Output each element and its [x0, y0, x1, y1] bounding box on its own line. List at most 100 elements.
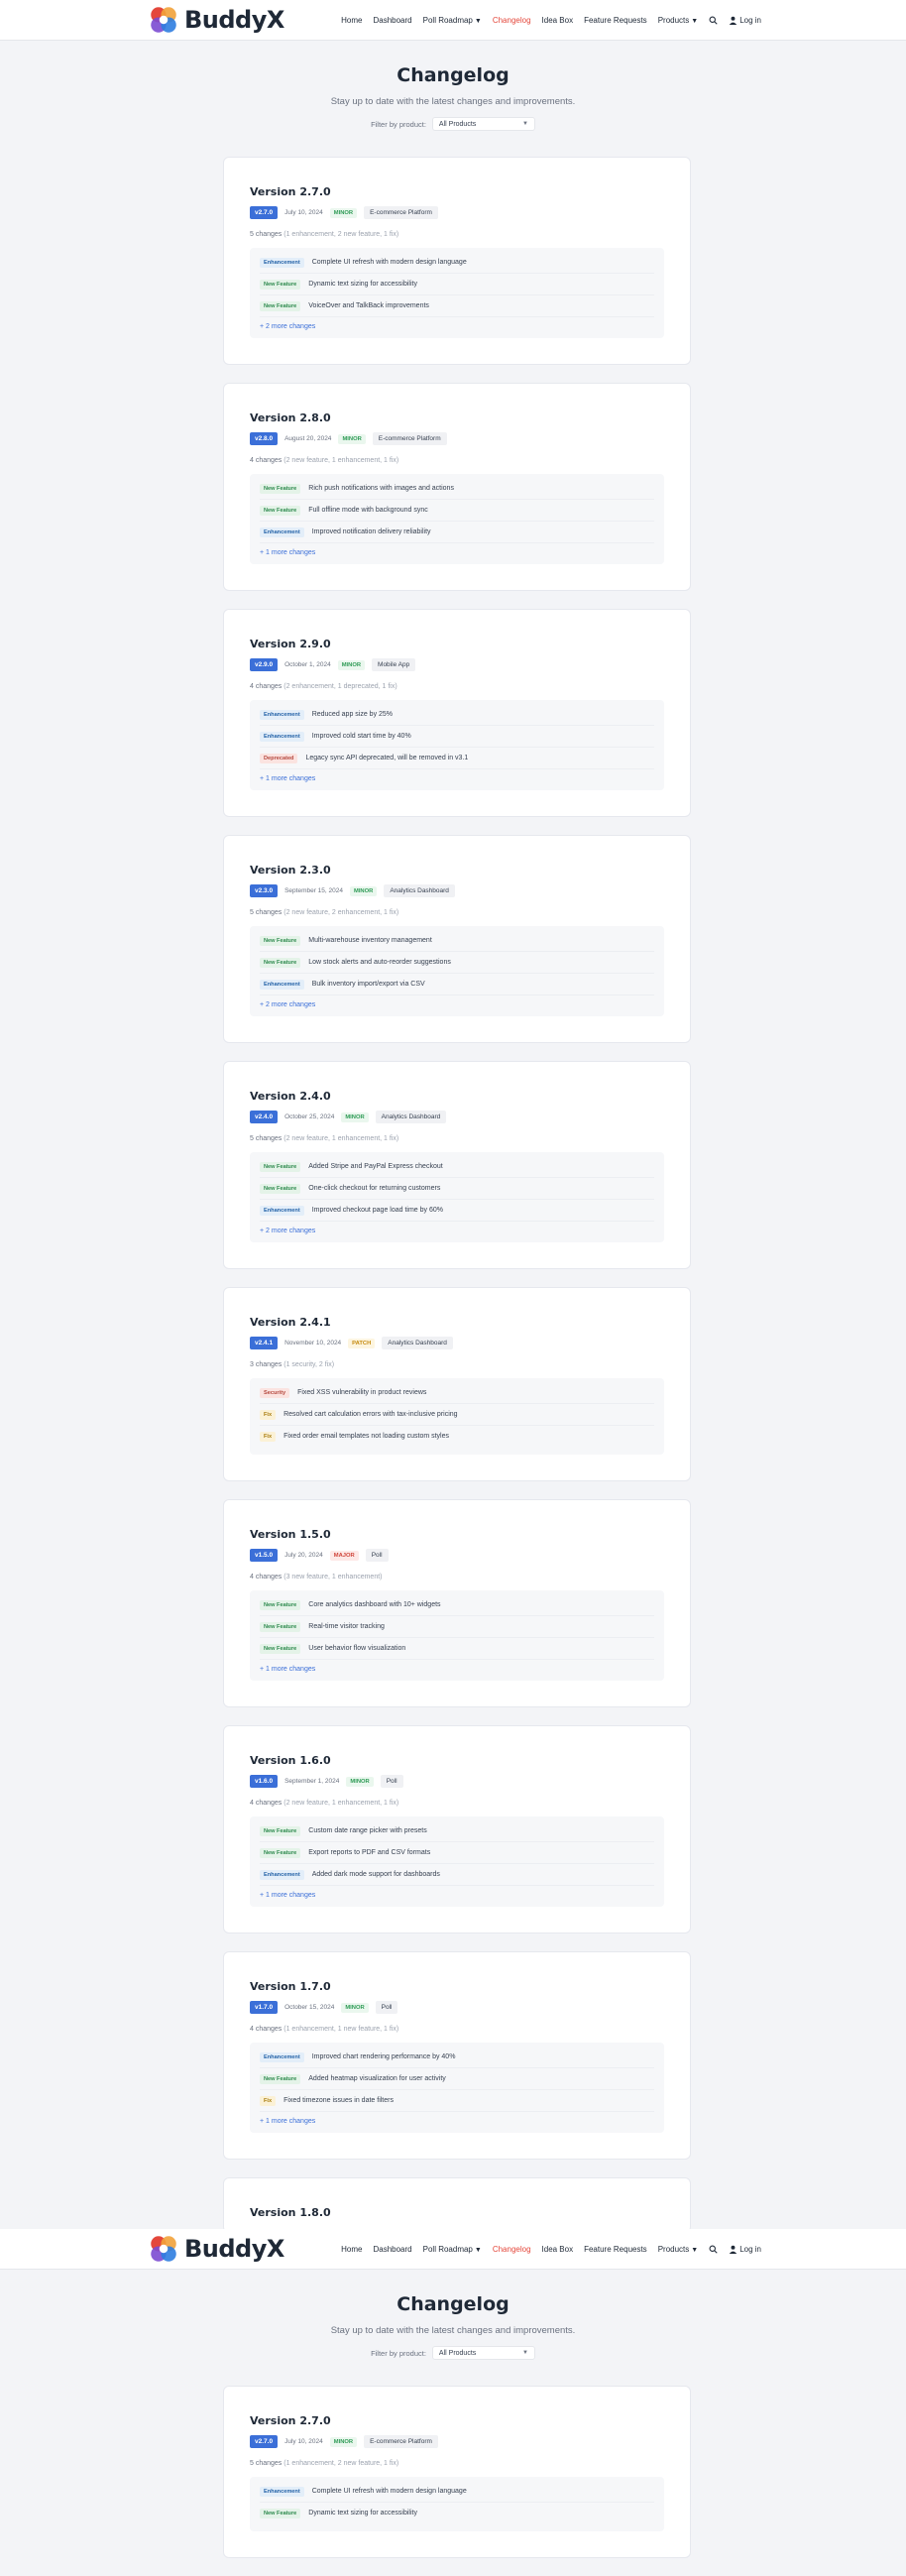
nav-dashboard[interactable]: Dashboard [373, 16, 411, 25]
page-subtitle: Stay up to date with the latest changes … [330, 96, 576, 107]
change-text: Export reports to PDF and CSV formats [308, 1849, 431, 1856]
nav-feature-requests[interactable]: Feature Requests [584, 2245, 647, 2254]
change-breakdown: (1 enhancement, 2 new feature, 1 fix) [283, 2460, 399, 2467]
change-text: Added heatmap visualization for user act… [308, 2075, 446, 2082]
version-title: Version 2.8.0 [250, 411, 331, 424]
more-changes-link[interactable]: + 2 more changes [260, 1228, 654, 1234]
change-tag: New Feature [260, 1825, 301, 1836]
product-badge[interactable]: E-commerce Platform [364, 206, 438, 219]
nav-home[interactable]: Home [341, 2245, 362, 2254]
change-item: Enhancement Complete UI refresh with mode… [260, 252, 654, 274]
change-list: New Feature Added Stripe and PayPal Expre… [250, 1152, 664, 1242]
change-tag: Enhancement [260, 2051, 304, 2062]
nav-products[interactable]: Products ▼ [658, 2245, 699, 2254]
chevron-down-icon: ▼ [521, 121, 528, 127]
product-badge[interactable]: Mobile App [372, 658, 416, 671]
product-badge[interactable]: Poll [365, 1549, 389, 1562]
version-badge: v2.7.0 [250, 206, 279, 219]
change-breakdown: (2 new feature, 2 enhancement, 1 fix) [283, 909, 399, 916]
product-filter-select[interactable]: All Products ▼ [431, 117, 535, 131]
nav-feature-requests[interactable]: Feature Requests [584, 16, 647, 25]
more-changes-link[interactable]: + 1 more changes [260, 775, 654, 782]
product-badge[interactable]: E-commerce Platform [364, 2435, 438, 2448]
change-tag: New Feature [260, 483, 301, 494]
nav-poll-roadmap[interactable]: Poll Roadmap ▼ [423, 2245, 482, 2254]
version-meta: v1.7.0 October 15, 2024 MINOR Poll [250, 2001, 664, 2014]
change-item: Enhancement Bulk inventory import/export … [260, 974, 654, 995]
nav-dashboard[interactable]: Dashboard [373, 2245, 411, 2254]
nav-products[interactable]: Products ▼ [658, 16, 699, 25]
site-header: BuddyX Home Dashboard Poll Roadmap ▼ Chan… [0, 0, 906, 41]
product-filter: Filter by product: All Products ▼ [0, 2346, 906, 2360]
product-badge[interactable]: Poll [380, 1775, 403, 1788]
change-breakdown: (1 enhancement, 2 new feature, 1 fix) [283, 231, 399, 238]
product-badge[interactable]: Poll [375, 2001, 398, 2014]
search-icon[interactable] [709, 16, 718, 25]
nav-idea-box[interactable]: Idea Box [542, 2245, 574, 2254]
change-text: Resolved cart calculation errors with ta… [283, 1411, 458, 1418]
more-changes-link[interactable]: + 1 more changes [260, 1892, 654, 1899]
change-count: 4 changes [250, 1800, 283, 1807]
login-label: Log in [739, 2244, 761, 2254]
release-type-badge: MINOR [338, 433, 366, 444]
login-link[interactable]: Log in [729, 16, 761, 25]
version-meta: v2.4.0 October 25, 2024 MINOR Analytics Das… [250, 1111, 664, 1123]
product-filter-select[interactable]: All Products ▼ [431, 2346, 535, 2360]
brand-logo[interactable]: BuddyX [147, 3, 284, 37]
more-changes-link[interactable]: + 1 more changes [260, 1666, 654, 1673]
user-icon [729, 2245, 737, 2254]
change-summary: 5 changes (2 new feature, 1 enhancement,… [250, 1135, 664, 1142]
page-title: Changelog [396, 2293, 510, 2315]
change-item: Enhancement Improved cold start time by 4… [260, 726, 654, 748]
change-item: New Feature Low stock alerts and auto-reo… [260, 952, 654, 974]
nav-poll-roadmap-label: Poll Roadmap [422, 2244, 473, 2254]
product-badge[interactable]: Analytics Dashboard [384, 884, 455, 897]
change-item: New Feature Multi-warehouse inventory man… [260, 930, 654, 952]
more-changes-link[interactable]: + 1 more changes [260, 2118, 654, 2125]
search-icon[interactable] [709, 2245, 718, 2254]
brand-logo[interactable]: BuddyX [147, 2232, 284, 2266]
change-tag: Enhancement [260, 979, 304, 990]
nav-changelog[interactable]: Changelog [493, 16, 531, 25]
change-list: Enhancement Improved chart rendering perf… [250, 2043, 664, 2133]
login-link[interactable]: Log in [729, 2245, 761, 2254]
page-subtitle: Stay up to date with the latest changes … [330, 2325, 576, 2336]
version-title: Version 2.3.0 [250, 864, 331, 877]
change-list: Enhancement Reduced app size by 25% Enhanc… [250, 700, 664, 790]
changelog-card: Version 1.7.0 v1.7.0 October 15, 2024 MINOR… [223, 1951, 691, 2160]
change-item: Enhancement Improved chart rendering perf… [260, 2047, 654, 2068]
change-tag: Enhancement [260, 731, 304, 742]
more-changes-link[interactable]: + 1 more changes [260, 549, 654, 556]
more-changes-link[interactable]: + 2 more changes [260, 323, 654, 330]
brand-name: BuddyX [184, 6, 284, 34]
nav-home[interactable]: Home [341, 16, 362, 25]
change-breakdown: (1 enhancement, 1 new feature, 1 fix) [283, 2026, 399, 2033]
version-meta: v2.9.0 October 1, 2024 MINOR Mobile App [250, 658, 664, 671]
version-badge: v1.6.0 [250, 1775, 279, 1788]
change-tag: Enhancement [260, 257, 304, 268]
more-changes-link[interactable]: + 2 more changes [260, 1001, 654, 1008]
chevron-down-icon: ▼ [521, 2350, 528, 2356]
changelog-card: Version 2.9.0 v2.9.0 October 1, 2024 MINOR M… [223, 609, 691, 817]
product-badge[interactable]: Analytics Dashboard [375, 1111, 447, 1123]
filter-value: All Products [438, 2349, 477, 2357]
change-tag: Fix [260, 1409, 277, 1420]
release-type-badge: MINOR [329, 2436, 358, 2447]
change-tag: Enhancement [260, 2486, 304, 2497]
release-date: October 25, 2024 [284, 1113, 335, 1120]
nav-poll-roadmap[interactable]: Poll Roadmap ▼ [423, 16, 482, 25]
nav-changelog[interactable]: Changelog [493, 2245, 531, 2254]
product-badge[interactable]: Analytics Dashboard [382, 1337, 453, 1349]
change-text: Rich push notifications with images and … [308, 485, 454, 492]
nav-products-label: Products [657, 2244, 690, 2254]
change-item: Enhancement Added dark mode support for d… [260, 1864, 654, 1886]
product-badge[interactable]: E-commerce Platform [372, 432, 447, 445]
nav-idea-box[interactable]: Idea Box [542, 16, 574, 25]
page-heading: Changelog Stay up to date with the lates… [0, 41, 906, 131]
changelog-card: Version 1.6.0 v1.6.0 September 1, 2024 MINO… [223, 1725, 691, 1933]
change-item: Fix Resolved cart calculation errors with… [260, 1404, 654, 1426]
version-meta: v1.5.0 July 20, 2024 MAJOR Poll [250, 1549, 664, 1562]
change-summary: 4 changes (2 enhancement, 1 deprecated, … [250, 683, 664, 690]
login-label: Log in [739, 15, 761, 25]
change-text: Complete UI refresh with modern design l… [311, 2488, 467, 2495]
